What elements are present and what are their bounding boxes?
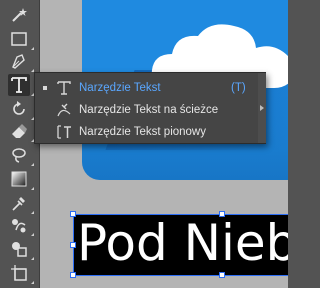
flyout-item-vertical-type-tool[interactable]: Narzędzie Tekst pionowy	[35, 121, 265, 143]
flyout-item-label: Narzędzie Tekst na ścieżce	[79, 104, 219, 116]
type-icon	[55, 79, 73, 97]
eyedropper-tool[interactable]	[8, 192, 34, 214]
type-tool[interactable]	[8, 74, 34, 96]
vertical-type-icon	[55, 123, 73, 141]
eraser-tool[interactable]	[8, 120, 34, 142]
rotate-tool[interactable]	[8, 98, 34, 120]
eyedropper-icon	[12, 197, 25, 211]
selected-bullet-icon	[43, 86, 47, 90]
magic-wand-icon	[12, 8, 27, 22]
flyout-item-label: Narzędzie Tekst pionowy	[79, 126, 206, 138]
type-on-path-icon	[55, 101, 73, 119]
shape-builder-tool[interactable]	[8, 238, 34, 260]
blend-icon	[12, 219, 26, 233]
selection-handle-bottom-middle[interactable]	[219, 272, 225, 278]
blend-tool[interactable]	[8, 214, 34, 236]
text-object[interactable]: Pod Niebo	[73, 214, 288, 276]
flyout-item-shortcut: (T)	[231, 82, 246, 94]
pen-tool[interactable]	[8, 50, 34, 72]
rotate-icon	[13, 101, 25, 115]
pen-icon	[12, 54, 25, 69]
selection-handle-top-left[interactable]	[70, 211, 76, 217]
selection-top-edge	[73, 214, 288, 215]
flyout-item-label: Narzędzie Tekst	[79, 82, 161, 94]
rectangle-tool[interactable]	[8, 28, 34, 50]
tools-panel	[0, 0, 40, 288]
gradient-tool[interactable]	[8, 168, 34, 190]
shape-builder-icon	[12, 242, 27, 257]
rectangle-icon	[11, 32, 27, 46]
type-tools-flyout: Narzędzie Tekst (T) Narzędzie Tekst na ś…	[34, 72, 266, 144]
warp-tool[interactable]	[8, 144, 34, 166]
type-icon	[11, 77, 27, 93]
text-object-content[interactable]: Pod Niebo	[77, 214, 288, 274]
selection-handle-top-middle[interactable]	[219, 211, 225, 217]
artboard-icon	[11, 265, 27, 281]
flyout-tearoff-strip[interactable]	[258, 73, 266, 143]
selection-handle-middle-left[interactable]	[70, 242, 76, 248]
gradient-icon	[11, 171, 27, 187]
selection-handle-bottom-left[interactable]	[70, 272, 76, 278]
chevron-right-icon	[260, 105, 264, 111]
eraser-icon	[12, 124, 27, 138]
artboard-tool[interactable]	[8, 262, 34, 284]
flyout-item-type-tool[interactable]: Narzędzie Tekst (T)	[35, 77, 265, 99]
lasso-icon	[12, 148, 26, 163]
flyout-item-type-on-path-tool[interactable]: Narzędzie Tekst na ścieżce	[35, 99, 265, 121]
selection-bottom-edge	[73, 275, 288, 276]
magic-wand-tool[interactable]	[8, 4, 30, 26]
